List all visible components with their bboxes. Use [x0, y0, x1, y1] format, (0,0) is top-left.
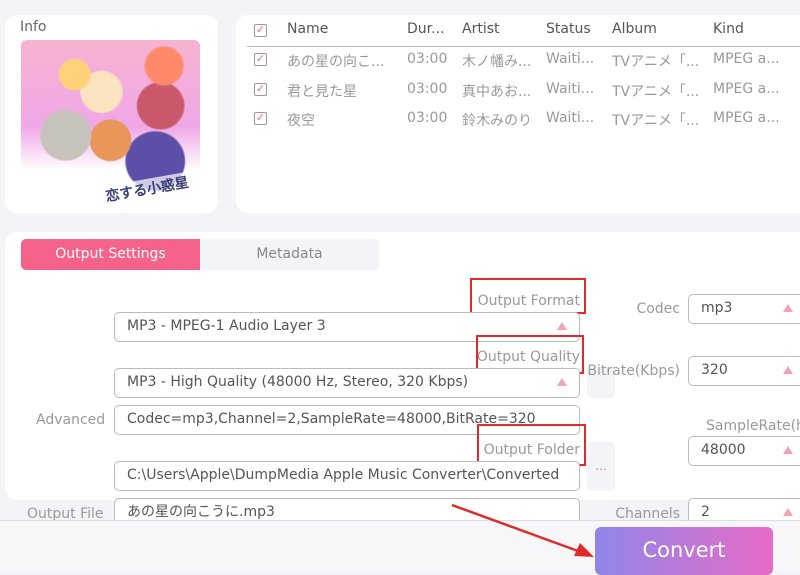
- annotation-arrow: [451, 503, 594, 557]
- arrow-head: [574, 543, 594, 557]
- arrow-line: [451, 503, 579, 553]
